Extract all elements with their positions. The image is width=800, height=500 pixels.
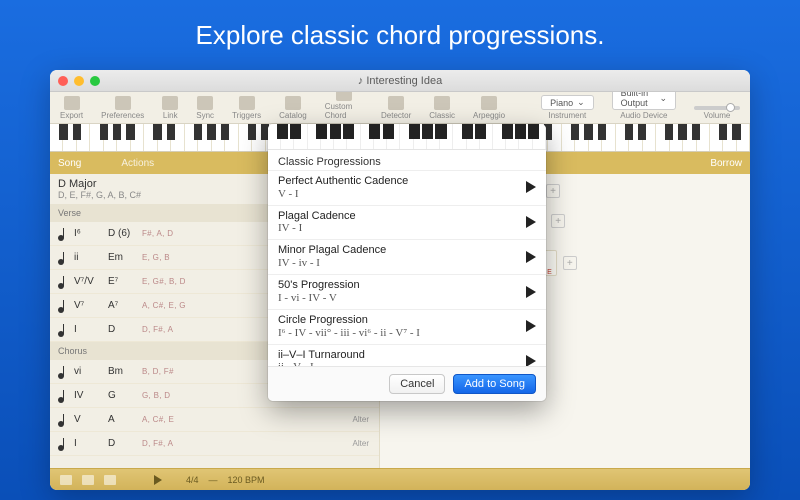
time-signature[interactable]: 4/4 [186,475,199,485]
chord-notes: A, C#, E [142,415,343,424]
toolbar: Export Preferences Link Sync Triggers Ca… [50,92,750,124]
alter-button[interactable]: Alter [349,414,373,425]
note-icon [56,437,68,451]
popover-mini-keyboard[interactable] [268,124,546,150]
play-progression-button[interactable] [526,355,536,366]
note-icon [56,299,68,313]
note-icon [56,251,68,265]
chord-name: D [108,438,136,449]
chord-row[interactable]: ID D, F#, A Alter [50,432,379,456]
play-progression-button[interactable] [526,251,536,263]
chord-notes: D, F#, A [142,439,343,448]
chord-name: Bm [108,366,136,377]
chord-row[interactable]: VA A, C#, E Alter [50,408,379,432]
chevron-down-icon: ⌄ [659,93,667,104]
classic-progressions-popover: Classic Progressions Perfect Authentic C… [268,124,546,401]
tab-song[interactable]: Song [58,158,81,169]
add-chord-button[interactable]: + [546,184,560,198]
play-progression-button[interactable] [526,320,536,332]
chord-name: D (6) [108,228,136,239]
progression-item[interactable]: ii–V–I Turnaroundii - V - I [268,344,546,366]
window-title: ♪ Interesting Idea [50,75,750,87]
progression-item[interactable]: Plagal CadenceIV - I [268,205,546,240]
progression-item[interactable]: Perfect Authentic CadenceV - I [268,170,546,205]
popover-title: Classic Progressions [268,150,546,170]
roman-numeral: ii [74,252,102,263]
note-icon [56,227,68,241]
progression-list: Perfect Authentic CadenceV - IPlagal Cad… [268,170,546,366]
tab-actions[interactable]: Actions [121,158,154,169]
alter-button[interactable]: Alter [349,438,373,449]
note-icon [56,275,68,289]
chord-name: E⁷ [108,276,136,287]
chord-name: G [108,390,136,401]
add-to-song-button[interactable]: Add to Song [453,374,536,394]
note-icon [56,365,68,379]
instrument-select[interactable]: Piano⌄ [541,95,594,110]
toolbar-link[interactable]: Link [162,96,178,120]
roman-numeral: V [74,414,102,425]
toolbar-detector[interactable]: Detector [381,96,411,120]
toolbar-classic[interactable]: Classic [429,96,455,120]
chord-name: D [108,324,136,335]
loop-icon[interactable] [82,475,94,485]
metronome-icon[interactable] [60,475,72,485]
promo-title: Explore classic chord progressions. [0,0,800,51]
toolbar-catalog[interactable]: Catalog [279,96,307,120]
roman-numeral: vi [74,366,102,377]
add-chord-button[interactable]: + [563,256,577,270]
progression-item[interactable]: Circle ProgressionI⁶ - IV - vii° - iii -… [268,309,546,344]
play-button[interactable] [154,475,162,485]
roman-numeral: I⁶ [74,228,102,239]
chord-name: A [108,414,136,425]
borrow-button[interactable]: Borrow [710,158,742,169]
toolbar-sync[interactable]: Sync [196,96,214,120]
play-progression-button[interactable] [526,181,536,193]
tempo[interactable]: 120 BPM [228,475,265,485]
roman-numeral: IV [74,390,102,401]
progression-item[interactable]: 50's ProgressionI - vi - IV - V [268,274,546,309]
roman-numeral: V⁷/V [74,276,102,287]
play-progression-button[interactable] [526,216,536,228]
note-icon [56,413,68,427]
cancel-button[interactable]: Cancel [389,374,445,394]
progression-item[interactable]: Minor Plagal CadenceIV - iv - I [268,239,546,274]
volume-label: Volume [704,111,731,120]
chord-name: A⁷ [108,300,136,311]
record-icon[interactable] [104,475,116,485]
chord-name: Em [108,252,136,263]
toolbar-preferences[interactable]: Preferences [101,96,144,120]
chevron-down-icon: ⌄ [577,97,585,108]
transport-bar: 4/4 — 120 BPM [50,468,750,490]
toolbar-arpeggio[interactable]: Arpeggio [473,96,505,120]
roman-numeral: I [74,438,102,449]
toolbar-export[interactable]: Export [60,96,83,120]
volume-slider[interactable] [694,106,740,110]
toolbar-triggers[interactable]: Triggers [232,96,261,120]
roman-numeral: V⁷ [74,300,102,311]
note-icon [56,323,68,337]
roman-numeral: I [74,324,102,335]
instrument-label: Instrument [548,111,586,120]
add-chord-button[interactable]: + [551,214,565,228]
play-progression-button[interactable] [526,286,536,298]
note-icon [56,389,68,403]
audio-device-label: Audio Device [620,111,667,120]
titlebar: ♪ Interesting Idea [50,70,750,92]
